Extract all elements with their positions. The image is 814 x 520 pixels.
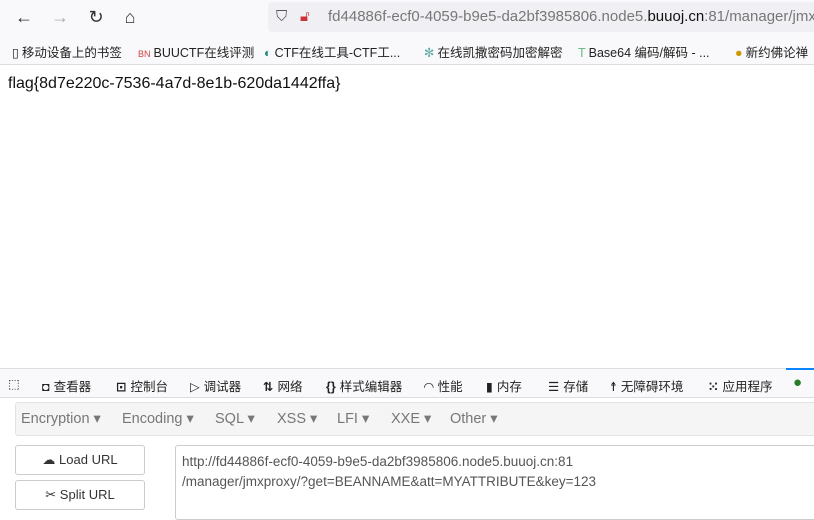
menu-encryption[interactable]: Encryption ▾	[21, 411, 101, 427]
bookmark-ctf-tools[interactable]: ◐ CTF在线工具-CTF工...	[264, 42, 400, 61]
hackbar-tab-icon[interactable]: ●	[793, 374, 802, 391]
flag-text: flag{8d7e220c-7536-4a7d-8e1b-620da1442ff…	[8, 75, 341, 92]
menu-lfi[interactable]: LFI ▾	[337, 411, 369, 427]
element-picker-icon[interactable]: ⬚	[8, 376, 24, 391]
tab-accessibility[interactable]: ☨ 无障碍环境	[610, 376, 683, 395]
url-textarea[interactable]: http://fd44886f-ecf0-4059-b9e5-da2bf3985…	[175, 445, 814, 520]
tab-performance[interactable]: ◠ 性能	[424, 376, 463, 395]
buddha-icon: ●	[735, 46, 743, 60]
ctf-tools-icon: ◐	[264, 46, 272, 60]
cloud-download-icon: ☁	[42, 452, 56, 467]
base64-icon: T	[578, 46, 586, 60]
tab-application[interactable]: ⁙ 应用程序	[708, 376, 773, 395]
devtools-toolbar: ⬚ ◘ 查看器 ⊡ 控制台 ▷ 调试器 ⇅ 网络 {} 样式编辑器 ◠ 性能 ▮ 内存 ☰ 存储…	[0, 368, 814, 398]
reload-icon[interactable]: ↻	[84, 5, 108, 29]
address-bar[interactable]: ⛉ 🔓︎ fd44886f-ecf0-4059-b9e5-da2bf398580…	[268, 2, 814, 32]
bookmark-caesar[interactable]: ✻ 在线凯撒密码加密解密	[424, 42, 563, 61]
url-prefix: fd44886f-ecf0-4059-b9e5-da2bf3985806.nod…	[328, 8, 648, 25]
tab-memory[interactable]: ▮ 内存	[486, 376, 522, 395]
mobile-icon: ▯	[12, 46, 19, 60]
back-icon[interactable]: ←	[12, 5, 36, 29]
url-suffix: :81/manager/jmx	[704, 8, 814, 25]
tab-style-editor[interactable]: {} 样式编辑器	[326, 376, 402, 395]
bookmark-buddha[interactable]: ● 新约佛论禅	[735, 42, 808, 61]
bookmark-buuctf[interactable]: BN BUUCTF在线评测	[138, 42, 254, 61]
split-url-button[interactable]: ✂ Split URL	[15, 480, 145, 510]
url-domain: buuoj.cn	[647, 8, 705, 25]
bookmarks-bar: ▯ 移动设备上的书签 BN BUUCTF在线评测 ◐ CTF在线工具-CTF工... …	[0, 34, 814, 65]
tab-network[interactable]: ⇅ 网络	[263, 376, 303, 395]
insecure-lock-icon[interactable]: 🔓︎	[300, 2, 310, 32]
tab-storage[interactable]: ☰ 存储	[548, 376, 588, 395]
tab-debugger[interactable]: ▷ 调试器	[190, 376, 241, 395]
menu-other[interactable]: Other ▾	[450, 411, 498, 427]
active-tab-indicator	[786, 368, 814, 370]
caesar-icon: ✻	[424, 46, 435, 60]
tab-inspector[interactable]: ◘ 查看器	[42, 376, 91, 395]
navigation-bar: ← → ↻ ⌂ ⛉ 🔓︎ fd44886f-ecf0-4059-b9e5-da2…	[0, 0, 814, 34]
home-icon[interactable]: ⌂	[118, 5, 142, 29]
scissors-icon: ✂	[45, 487, 57, 502]
menu-encoding[interactable]: Encoding ▾	[122, 411, 194, 427]
bookmark-base64[interactable]: T Base64 编码/解码 - ...	[578, 42, 710, 61]
forward-icon[interactable]: →	[48, 5, 72, 29]
bookmark-mobile[interactable]: ▯ 移动设备上的书签	[12, 42, 122, 61]
menu-sql[interactable]: SQL ▾	[215, 411, 255, 427]
buuctf-icon: BN	[138, 49, 151, 59]
load-url-button[interactable]: ☁ Load URL	[15, 445, 145, 475]
shield-icon[interactable]: ⛉	[276, 2, 287, 32]
menu-xss[interactable]: XSS ▾	[277, 411, 317, 427]
hackbar-menu: Encryption ▾ Encoding ▾ SQL ▾ XSS ▾ LFI …	[15, 402, 814, 436]
tab-console[interactable]: ⊡ 控制台	[116, 376, 168, 395]
menu-xxe[interactable]: XXE ▾	[391, 411, 431, 427]
